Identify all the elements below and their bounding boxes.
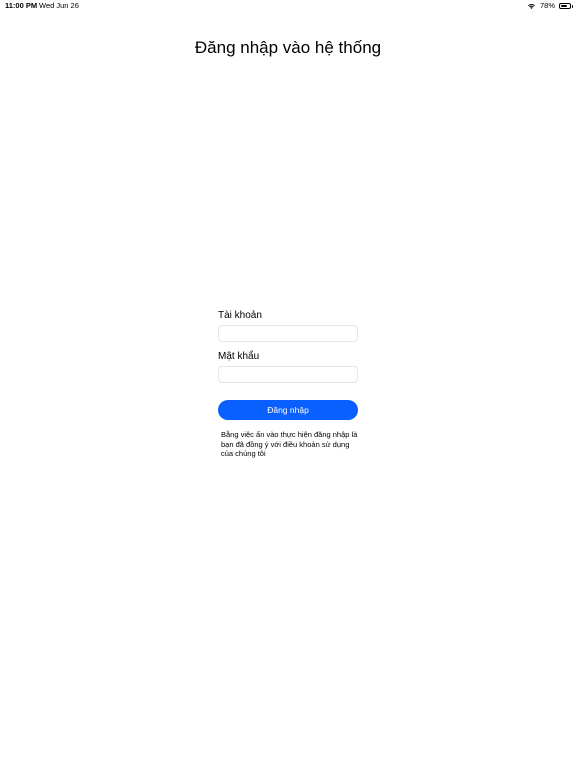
login-button[interactable]: Đăng nhập — [218, 400, 358, 420]
login-screen: 11:00 PM Wed Jun 26 78% Đăng nhập vào hệ… — [0, 0, 576, 768]
password-input[interactable] — [218, 366, 358, 383]
wifi-icon — [527, 3, 535, 9]
status-date: Wed Jun 26 — [39, 1, 79, 10]
terms-text: Bằng việc ấn vào thực hiện đăng nhập là … — [221, 430, 358, 458]
status-bar: 11:00 PM Wed Jun 26 78% — [0, 0, 576, 14]
username-label: Tài khoản — [218, 310, 262, 321]
status-time: 11:00 PM — [5, 1, 38, 10]
login-form: Tài khoản Mật khẩu Đăng nhập Bằng việc ấ… — [218, 309, 358, 459]
page-title: Đăng nhập vào hệ thống — [194, 38, 382, 57]
password-label: Mật khẩu — [218, 351, 260, 362]
battery-percent: 78% — [539, 1, 555, 10]
battery-fill — [561, 5, 568, 7]
status-indicators: 78% — [527, 0, 573, 12]
battery-icon — [559, 3, 573, 9]
username-input[interactable] — [218, 325, 358, 342]
